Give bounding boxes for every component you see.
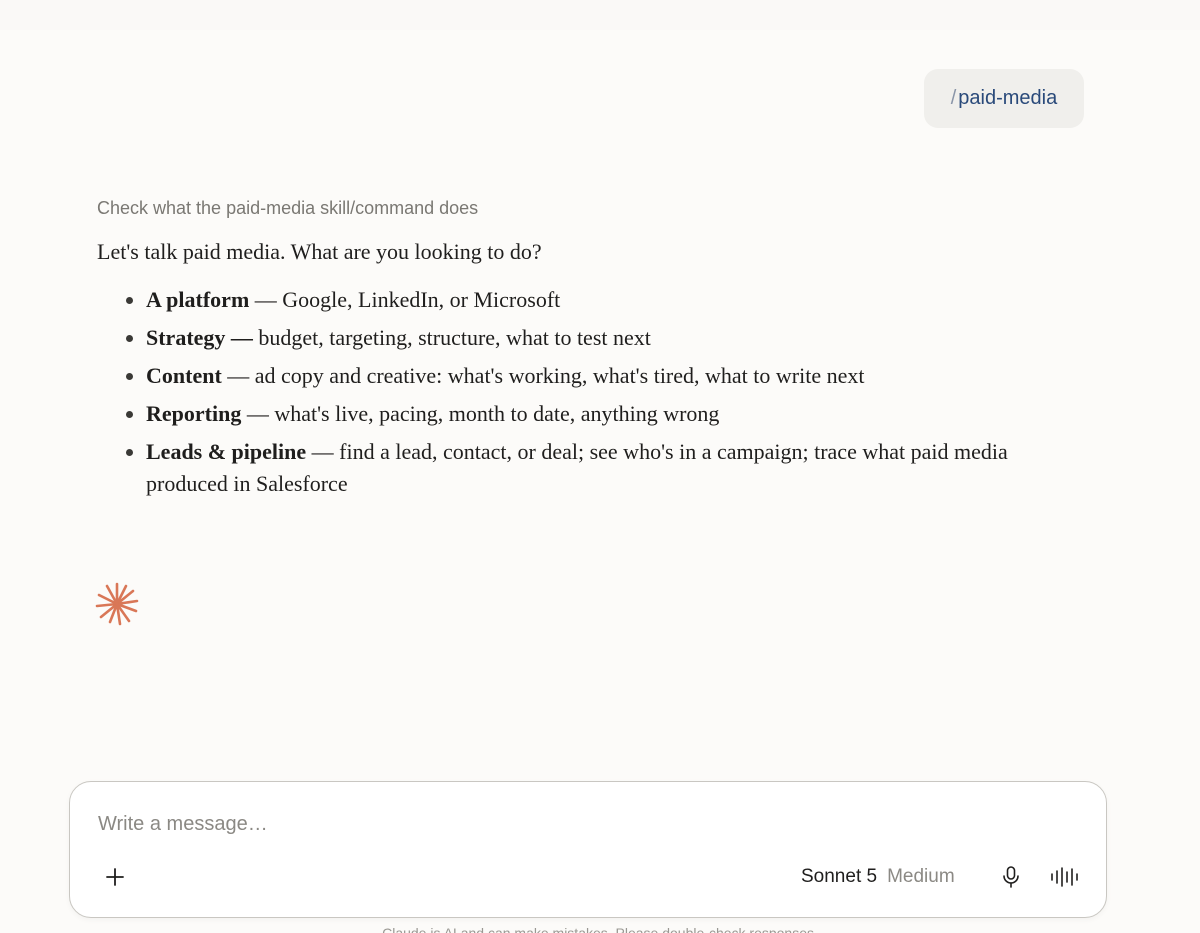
microphone-icon (1003, 866, 1019, 888)
voice-waveform-icon (1051, 867, 1078, 887)
list-item: Strategy — budget, targeting, structure,… (146, 322, 1057, 354)
add-attachment-button[interactable] (100, 862, 130, 892)
options-list: A platform — Google, LinkedIn, or Micros… (97, 284, 1057, 500)
list-item: Reporting — what's live, pacing, month t… (146, 398, 1057, 430)
disclaimer-text: Claude is AI and can make mistakes. Plea… (382, 925, 818, 933)
option-description: Google, LinkedIn, or Microsoft (282, 287, 561, 312)
message-composer: Sonnet 5 Medium (69, 781, 1107, 918)
thinking-summary[interactable]: Check what the paid-media skill/command … (97, 198, 478, 219)
option-title: Strategy — (146, 325, 253, 350)
plus-icon (106, 868, 124, 886)
option-title: Content (146, 363, 222, 388)
message-input[interactable] (98, 810, 998, 838)
option-separator: — (249, 287, 283, 312)
option-title: Reporting (146, 401, 242, 426)
reply-intro: Let's talk paid media. What are you look… (97, 239, 542, 264)
slash-command-text: paid-media (958, 87, 1058, 109)
model-name: Sonnet 5 (801, 866, 878, 887)
effort-level: Medium (887, 866, 955, 887)
voice-mode-button[interactable] (1048, 862, 1082, 892)
option-title: A platform (146, 287, 250, 312)
spark-icon (95, 582, 139, 626)
option-title: Leads & pipeline (146, 439, 307, 464)
option-separator: — (241, 401, 275, 426)
model-selector-button[interactable]: Sonnet 5 Medium (801, 862, 955, 892)
dictation-button[interactable] (998, 862, 1024, 892)
option-separator: — (306, 439, 340, 464)
user-message-bubble: / paid-media (924, 69, 1084, 128)
option-description: what's live, pacing, month to date, anyt… (274, 401, 720, 426)
list-item: Content — ad copy and creative: what's w… (146, 360, 1057, 392)
assistant-reply: Let's talk paid media. What are you look… (97, 236, 1057, 506)
list-item: A platform — Google, LinkedIn, or Micros… (146, 284, 1057, 316)
list-item: Leads & pipeline — find a lead, contact,… (146, 436, 1057, 500)
slash-prefix: / (950, 87, 957, 109)
option-separator: — (221, 363, 255, 388)
option-description: ad copy and creative: what's working, wh… (254, 363, 865, 388)
option-description: budget, targeting, structure, what to te… (258, 325, 651, 350)
top-bar (0, 0, 1200, 30)
